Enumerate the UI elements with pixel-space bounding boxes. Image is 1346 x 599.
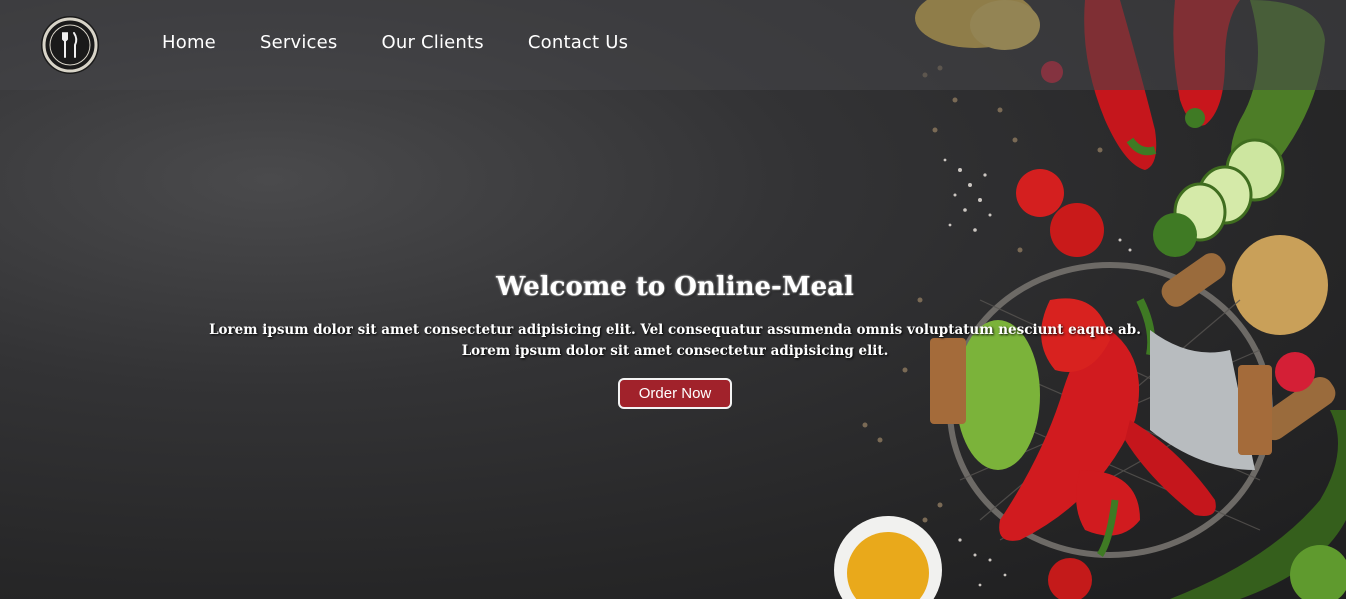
hero-description-line-2: Lorem ipsum dolor sit amet consectetur a… (461, 343, 889, 359)
nav-services-link[interactable]: Services (260, 32, 338, 53)
order-now-button[interactable]: Order Now (617, 378, 733, 409)
hero-section: Home Services Our Clients Contact Us Wel… (0, 0, 1346, 599)
fork-knife-icon[interactable] (40, 15, 100, 75)
main-nav: Home Services Our Clients Contact Us (162, 32, 672, 53)
top-navbar: Home Services Our Clients Contact Us (0, 0, 1346, 90)
hero-content: Welcome to Online-Meal Lorem ipsum dolor… (200, 272, 1150, 409)
hero-title: Welcome to Online-Meal (496, 272, 854, 302)
hero-description-line-1: Lorem ipsum dolor sit amet consectetur a… (209, 322, 1141, 338)
nav-contact-us-link[interactable]: Contact Us (528, 32, 628, 53)
nav-home-link[interactable]: Home (162, 32, 216, 53)
nav-our-clients-link[interactable]: Our Clients (381, 32, 483, 53)
